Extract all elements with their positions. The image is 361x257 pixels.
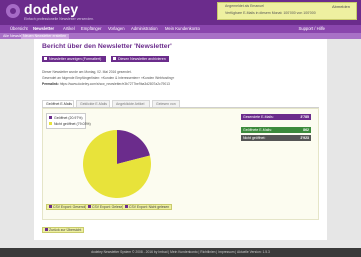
legend-opened: Geöffnet (20.97%) (49, 116, 83, 120)
nav-uebersicht[interactable]: Übersicht (10, 26, 28, 31)
download-icon (88, 205, 91, 209)
logo-icon (6, 4, 20, 18)
logout-link[interactable]: Abmelden (332, 4, 350, 9)
nav-kundenkonto[interactable]: Mein Kundenkonto (165, 26, 200, 31)
nav-empfaenger[interactable]: Empfänger (81, 26, 101, 31)
nav-vorlagen[interactable]: Vorlagen (108, 26, 125, 31)
csv-export-read-button[interactable]: CSV Export: Gelesen (85, 204, 128, 210)
stat-sent: Gesendete E-Mails: 3'785 (241, 114, 311, 120)
sent-date-text: Dieser Newsletter wurde am Montag, 02. M… (42, 70, 132, 74)
stat-not-opened: Nicht geöffnet: 2'923 (241, 135, 311, 141)
top-bar: dodeley Einfach professionelle Newslette… (0, 0, 361, 25)
preview-newsletter-button[interactable]: Newsletter anzeigen (Formatiert) (42, 56, 106, 62)
tab-read-by[interactable]: Gelesen von (152, 100, 180, 107)
legend-not-opened: Nicht geöffnet (79.03%) (49, 122, 91, 126)
footer-text: dodeley Newsletter System © 2008 - 2016 … (91, 250, 270, 254)
permalink-url[interactable]: https://www.dodeley.com/show_newsletter/… (60, 82, 170, 86)
legend-swatch-opened (49, 116, 52, 120)
tab-clicked-articles[interactable]: Angeklickte Artikel (112, 100, 150, 107)
main-nav: Übersicht Newsletter Artikel Empfänger V… (0, 25, 361, 33)
chart-legend: Geöffnet (20.97%) Nicht geöffnet (79.03%… (46, 113, 91, 129)
eye-icon (44, 57, 47, 61)
nav-artikel[interactable]: Artikel (63, 26, 75, 31)
email-quota: Verfügbare E-Mails in diesem Monat: 100'… (225, 11, 316, 15)
archive-icon (113, 57, 116, 61)
download-icon (125, 205, 128, 209)
download-icon (49, 205, 52, 209)
subnav-create-newsletter[interactable]: Neuen Newsletter erstellen (23, 34, 66, 38)
logged-in-as: Angemeldet als Emanuel (225, 4, 264, 8)
tab-clicked[interactable]: Geklickte E-Mails (76, 100, 110, 107)
nav-administration[interactable]: Administration (131, 26, 158, 31)
recipient-lists-text: Gesendet an folgende Empfängerlisten: »K… (42, 76, 175, 80)
legend-swatch-not-opened (49, 122, 52, 126)
open-rate-pie-chart (83, 130, 151, 198)
nav-support[interactable]: Support / Hilfe (298, 26, 325, 31)
archive-newsletter-button[interactable]: Diesen Newsletter archivieren (111, 56, 169, 62)
tagline: Einfach professionelle Newsletter versen… (24, 17, 95, 21)
back-to-overview-button[interactable]: Zurück zur Übersicht (42, 227, 85, 233)
permalink-label: Permalink: (42, 82, 59, 86)
nav-newsletter[interactable]: Newsletter (33, 26, 54, 31)
csv-export-unread-button[interactable]: CSV Export: Nicht gelesen (122, 204, 173, 210)
logo[interactable]: dodeley (24, 1, 78, 17)
report-tabs: Geöffnet E-Mails Geklickte E-Mails Angek… (42, 100, 319, 108)
footer: dodeley Newsletter System © 2008 - 2016 … (0, 248, 361, 257)
report-panel: Geöffnet (20.97%) Nicht geöffnet (79.03%… (42, 108, 319, 220)
page-title: Bericht über den Newsletter 'Newsletter' (42, 43, 172, 50)
user-box: Angemeldet als Emanuel Verfügbare E-Mail… (217, 2, 357, 20)
tab-opened[interactable]: Geöffnet E-Mails (42, 100, 74, 107)
arrow-left-icon (45, 228, 48, 232)
permalink-row: Permalink: https://www.dodeley.com/show_… (42, 82, 170, 86)
stat-opened: Geöffnete E-Mails: 862 (241, 127, 311, 133)
csv-export-sent-button[interactable]: CSV Export: Gesendet (46, 204, 91, 210)
content-area: Bericht über den Newsletter 'Newsletter'… (34, 39, 327, 240)
